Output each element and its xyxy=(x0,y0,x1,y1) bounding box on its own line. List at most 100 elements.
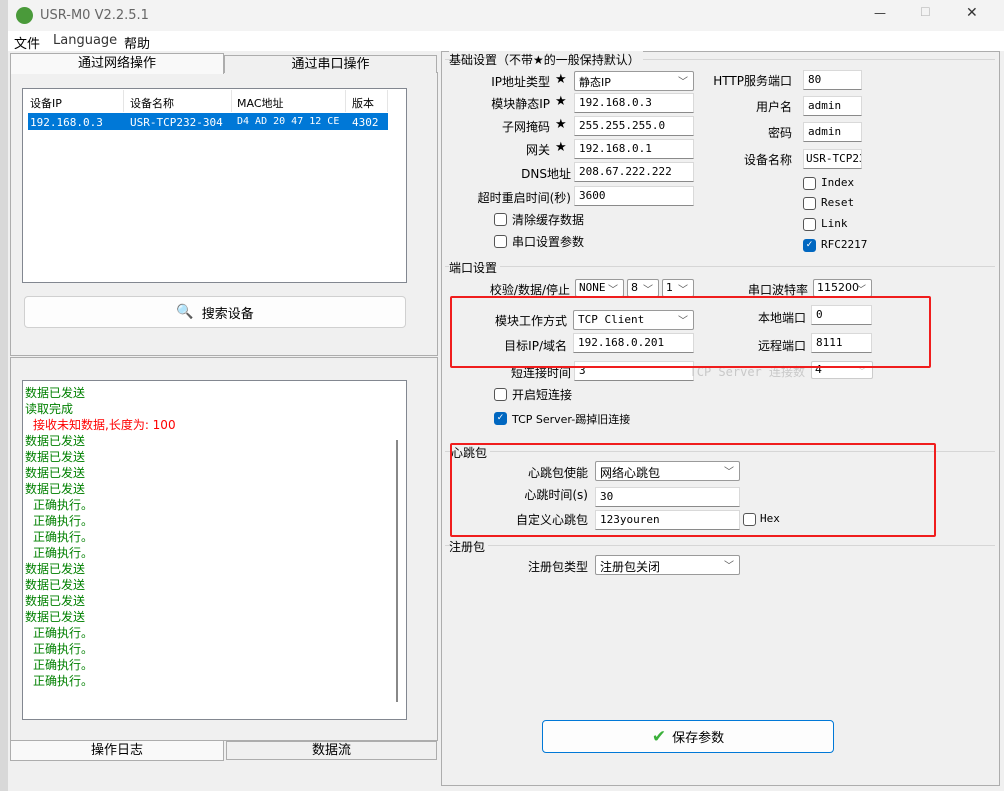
chevron-down-icon: ﹀ xyxy=(678,77,688,88)
register-type-value: 注册包关闭 xyxy=(600,560,661,574)
tab-data-stream[interactable]: 数据流 xyxy=(226,741,437,760)
parity-select[interactable]: NONE ﹀ xyxy=(575,279,624,297)
http-port-input[interactable]: 80 xyxy=(803,70,862,90)
baud-value: 115200 xyxy=(817,281,859,294)
menu-language[interactable]: Language xyxy=(53,33,117,48)
required-star-icon: ★ xyxy=(555,72,567,87)
timeout-label: 超时重启时间(秒) xyxy=(477,191,571,205)
tab-network[interactable]: 通过网络操作 xyxy=(10,53,224,74)
ip-type-label: IP地址类型 xyxy=(491,75,550,89)
ip-type-select[interactable]: 静态IP ﹀ xyxy=(574,71,694,91)
kick-old-label: TCP Server-踢掉旧连接 xyxy=(512,413,631,426)
gateway-input[interactable]: 192.168.0.1 xyxy=(574,139,694,159)
search-devices-button[interactable]: 🔍 搜索设备 xyxy=(24,296,406,328)
port-settings-title: 端口设置 xyxy=(449,259,501,276)
clear-cache-checkbox[interactable] xyxy=(494,213,507,226)
serial-params-label: 串口设置参数 xyxy=(512,235,585,249)
mask-label: 子网掩码 xyxy=(501,120,550,134)
log-line: 数据已发送 xyxy=(25,594,86,608)
register-type-select[interactable]: 注册包关闭 ﹀ xyxy=(595,555,740,575)
user-label: 用户名 xyxy=(755,100,792,114)
static-ip-label: 模块静态IP xyxy=(491,97,550,111)
menu-bar xyxy=(8,31,1004,51)
required-star-icon: ★ xyxy=(555,140,567,155)
log-line: 接收未知数据,长度为: 100 xyxy=(33,418,176,432)
databits-value: 8 xyxy=(631,281,638,294)
save-params-button[interactable]: ✔ 保存参数 xyxy=(542,720,834,753)
chevron-down-icon: ﹀ xyxy=(643,285,653,296)
save-label: 保存参数 xyxy=(672,731,725,746)
baud-select[interactable]: 115200 ﹀ xyxy=(813,279,872,297)
log-line: 正确执行。 xyxy=(33,658,94,672)
menu-file[interactable]: 文件 xyxy=(14,33,40,52)
log-line: 正确执行。 xyxy=(33,530,94,544)
highlight-box xyxy=(450,296,931,368)
column-header-version[interactable]: 版本 xyxy=(352,95,374,111)
databits-select[interactable]: 8 ﹀ xyxy=(627,279,659,297)
user-input[interactable]: admin xyxy=(803,96,862,116)
log-line: 数据已发送 xyxy=(25,450,86,464)
pass-label: 密码 xyxy=(767,126,792,140)
ip-type-value: 静态IP xyxy=(579,76,611,89)
clear-cache-label: 清除缓存数据 xyxy=(512,213,585,227)
index-checkbox[interactable] xyxy=(803,177,816,190)
serial-params-checkbox[interactable] xyxy=(494,235,507,248)
log-line: 正确执行。 xyxy=(33,514,94,528)
column-header-name[interactable]: 设备名称 xyxy=(130,95,174,111)
short-connection-label: 开启短连接 xyxy=(512,388,573,402)
tab-operation-log[interactable]: 操作日志 xyxy=(10,741,224,761)
checkmark-icon: ✔ xyxy=(651,726,667,747)
static-ip-input[interactable]: 192.168.0.3 xyxy=(574,93,694,113)
window-title: USR-M0 V2.2.5.1 xyxy=(40,8,149,23)
log-line: 正确执行。 xyxy=(33,498,94,512)
dns-label: DNS地址 xyxy=(521,167,571,181)
minimize-button[interactable]: — xyxy=(874,6,886,20)
http-port-label: HTTP服务端口 xyxy=(713,74,792,88)
mask-input[interactable]: 255.255.255.0 xyxy=(574,116,694,136)
column-header-mac[interactable]: MAC地址 xyxy=(237,95,284,111)
background-window xyxy=(0,0,8,791)
chevron-down-icon: ﹀ xyxy=(678,285,688,296)
log-line: 数据已发送 xyxy=(25,466,86,480)
close-button[interactable]: ✕ xyxy=(966,5,978,21)
rfc2217-checkbox[interactable]: ✓ xyxy=(803,239,816,252)
dns-input[interactable]: 208.67.222.222 xyxy=(574,162,694,182)
log-line: 数据已发送 xyxy=(25,610,86,624)
link-label: Link xyxy=(821,217,848,230)
log-line: 正确执行。 xyxy=(33,546,94,560)
register-title: 注册包 xyxy=(449,538,489,555)
cell-name: USR-TCP232-304 xyxy=(130,116,223,129)
maximize-button[interactable]: ☐ xyxy=(920,5,931,19)
link-checkbox[interactable] xyxy=(803,218,816,231)
short-connection-checkbox[interactable] xyxy=(494,388,507,401)
kick-old-checkbox[interactable]: ✓ xyxy=(494,412,507,425)
column-header-ip[interactable]: 设备IP xyxy=(30,95,62,111)
title-bar xyxy=(8,0,1004,31)
chevron-down-icon: ﹀ xyxy=(856,285,866,296)
index-label: Index xyxy=(821,176,855,189)
log-line: 数据已发送 xyxy=(25,562,86,576)
parity-value: NONE xyxy=(579,281,606,294)
search-icon: 🔍 xyxy=(176,304,194,320)
required-star-icon: ★ xyxy=(555,117,567,132)
required-star-icon: ★ xyxy=(555,94,567,109)
log-list: 数据已发送 读取完成 接收未知数据,长度为: 100 数据已发送 数据已发送 数据已发送数… xyxy=(25,385,176,689)
menu-help[interactable]: 帮助 xyxy=(124,33,150,52)
tab-serial[interactable]: 通过串口操作 xyxy=(224,55,437,73)
devname-input[interactable]: USR-TCP23 xyxy=(803,149,862,169)
cell-mac: D4 AD 20 47 12 CE xyxy=(237,116,340,127)
log-line: 数据已发送 xyxy=(25,386,86,400)
gateway-label: 网关 xyxy=(525,143,550,157)
reset-checkbox[interactable] xyxy=(803,197,816,210)
log-scrollbar[interactable] xyxy=(396,440,398,702)
pass-input[interactable]: admin xyxy=(803,122,862,142)
basic-settings-title: 基础设置（不带★的一般保持默认） xyxy=(449,51,643,68)
log-line: 正确执行。 xyxy=(33,674,94,688)
log-line: 数据已发送 xyxy=(25,578,86,592)
timeout-input[interactable]: 3600 xyxy=(574,186,694,206)
app-icon xyxy=(16,7,33,24)
log-line: 正确执行。 xyxy=(33,626,94,640)
stopbits-select[interactable]: 1 ﹀ xyxy=(662,279,694,297)
cell-ip: 192.168.0.3 xyxy=(30,116,103,129)
cell-version: 4302 xyxy=(352,116,379,129)
